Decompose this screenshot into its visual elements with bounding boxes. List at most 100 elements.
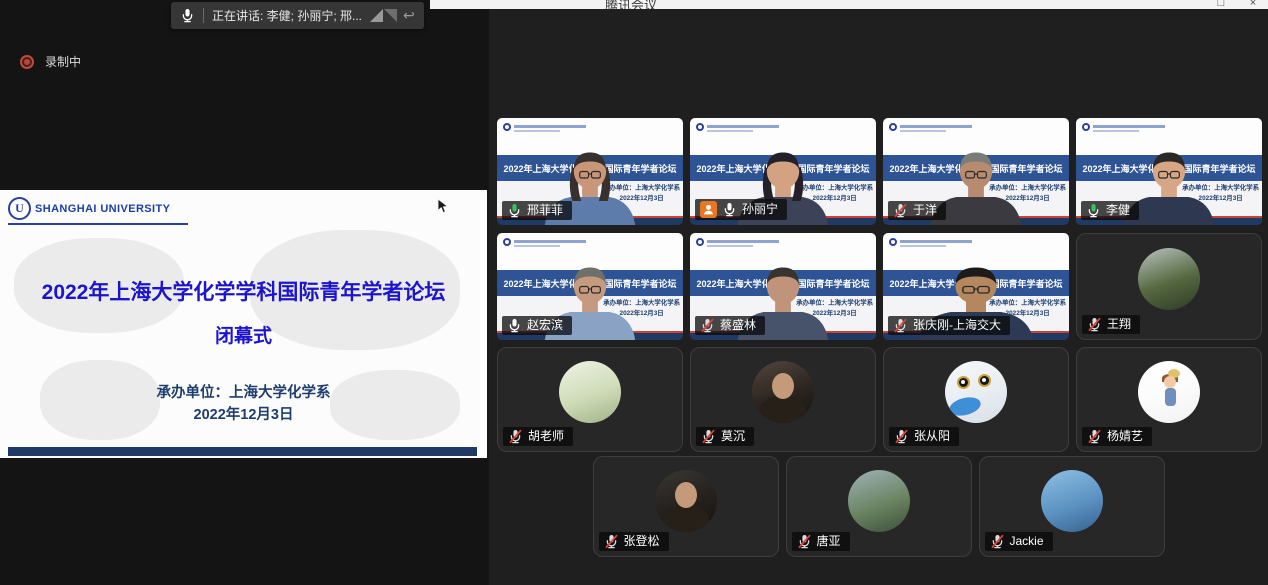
avatar: [945, 361, 1007, 423]
participant-tile[interactable]: 2022年上海大学化学学科国际青年学者论坛承办单位：上海大学化学系2022年12…: [883, 118, 1069, 225]
participant-tile[interactable]: 2022年上海大学化学学科国际青年学者论坛承办单位：上海大学化学系2022年12…: [497, 233, 683, 340]
vbg-logo-icon: [1082, 123, 1090, 131]
participant-name: 孙丽宁: [742, 202, 778, 217]
close-button[interactable]: ×: [1246, 0, 1260, 9]
annotation-arrow-icon: [370, 9, 383, 22]
participant-name-label: 杨婧艺: [1082, 427, 1152, 446]
participant-tile[interactable]: 2022年上海大学化学学科国际青年学者论坛承办单位：上海大学化学系2022年12…: [690, 118, 876, 225]
vbg-logo-line: [900, 245, 946, 247]
participant-name-label: Jackie: [985, 532, 1053, 551]
mic-muted-icon: [894, 429, 909, 444]
participant-grid: 2022年上海大学化学学科国际青年学者论坛承办单位：上海大学化学系2022年12…: [489, 0, 1268, 585]
tencent-meeting-window: U SHANGHAI UNIVERSITY 2022年上海大学化学学科国际青年学…: [0, 0, 1268, 585]
participant-name-label: 张登松: [599, 532, 669, 551]
annotation-arrow-icon: [384, 9, 397, 22]
recording-indicator: 录制中: [20, 53, 81, 70]
participant-tile[interactable]: 莫沉: [690, 347, 876, 452]
participant-name: 李健: [1106, 203, 1130, 218]
participant-name: 杨婧艺: [1107, 429, 1143, 444]
mouse-cursor: [437, 198, 449, 219]
participant-name-label: 蔡盛林: [695, 316, 765, 335]
vbg-logo-line: [900, 240, 972, 243]
mic-muted-icon: [797, 534, 812, 549]
vbg-logo-line: [707, 245, 753, 247]
participant-name: 莫沉: [721, 429, 745, 444]
slide-organizer: 承办单位：上海大学化学系: [0, 381, 487, 402]
vbg-logo-line: [514, 240, 586, 243]
presentation-slide: U SHANGHAI UNIVERSITY 2022年上海大学化学学科国际青年学…: [0, 190, 487, 458]
shared-screen-panel: U SHANGHAI UNIVERSITY 2022年上海大学化学学科国际青年学…: [0, 0, 489, 585]
slide-title: 2022年上海大学化学学科国际青年学者论坛: [0, 276, 487, 306]
participant-row: 2022年上海大学化学学科国际青年学者论坛承办单位：上海大学化学系2022年12…: [489, 233, 1268, 340]
participant-row: 2022年上海大学化学学科国际青年学者论坛承办单位：上海大学化学系2022年12…: [489, 118, 1268, 225]
participant-name-label: 唐亚: [792, 532, 850, 551]
avatar: [848, 470, 910, 532]
participant-tile[interactable]: 杨婧艺: [1076, 347, 1262, 452]
mic-active-icon: [507, 318, 522, 333]
vbg-logo-icon: [889, 123, 897, 131]
participant-name: 于洋: [913, 203, 937, 218]
vbg-logo-icon: [503, 123, 511, 131]
portrait-head: [675, 482, 697, 508]
record-icon: [20, 55, 34, 69]
participant-tile[interactable]: 2022年上海大学化学学科国际青年学者论坛承办单位：上海大学化学系2022年12…: [497, 118, 683, 225]
participant-tile[interactable]: 2022年上海大学化学学科国际青年学者论坛承办单位：上海大学化学系2022年12…: [883, 233, 1069, 340]
mic-muted-icon: [990, 534, 1005, 549]
participant-name: Jackie: [1010, 534, 1044, 549]
avatar: [1138, 361, 1200, 423]
portrait-shoulders: [663, 504, 709, 532]
vbg-logo-line: [900, 130, 946, 132]
portrait-shoulders: [760, 395, 806, 423]
cartoon-girl-head: [1164, 376, 1176, 388]
portrait-head: [772, 373, 794, 399]
slide-subtitle: 闭幕式: [0, 321, 487, 348]
vbg-logo-line: [707, 240, 779, 243]
participant-tile[interactable]: 2022年上海大学化学学科国际青年学者论坛承办单位：上海大学化学系2022年12…: [690, 233, 876, 340]
participant-name-label: 张从阳: [889, 427, 959, 446]
participant-tile[interactable]: 王翔: [1076, 233, 1262, 340]
participant-name: 王翔: [1107, 317, 1131, 332]
mic-muted-icon: [893, 318, 908, 333]
avatar: [1138, 248, 1200, 310]
participant-tile[interactable]: 2022年上海大学化学学科国际青年学者论坛承办单位：上海大学化学系2022年12…: [1076, 118, 1262, 225]
avatar: [559, 361, 621, 423]
vbg-logo-line: [707, 125, 779, 128]
participant-name-label: 李健: [1081, 201, 1139, 220]
participant-tile[interactable]: 胡老师: [497, 347, 683, 452]
participant-name-label: 莫沉: [696, 427, 754, 446]
mic-active-icon: [722, 202, 737, 217]
participant-tile[interactable]: 唐亚: [786, 456, 972, 557]
recording-label: 录制中: [45, 53, 81, 70]
avatar: [655, 470, 717, 532]
robot-eye-icon: [957, 376, 970, 389]
mic-muted-icon: [508, 429, 523, 444]
mic-muted-icon: [700, 318, 715, 333]
mic-muted-icon: [701, 429, 716, 444]
participant-row: 胡老师莫沉 张从阳 杨婧艺: [489, 347, 1268, 452]
participant-name: 张登松: [624, 534, 660, 549]
participant-name-label: 于洋: [888, 201, 946, 220]
microphone-icon[interactable]: [180, 8, 195, 23]
vbg-logo-line: [1093, 130, 1139, 132]
slide-footer-bar: [8, 447, 477, 456]
vbg-logo-line: [514, 125, 586, 128]
vbg-logo-line: [1093, 125, 1165, 128]
participant-name: 张从阳: [914, 429, 950, 444]
window-title: 腾讯会议: [605, 0, 657, 9]
mic-muted-icon: [893, 203, 908, 218]
participant-name-label: 赵宏滨: [502, 316, 572, 335]
active-speaker-toolbar: 正在讲话: 李健; 孙丽宁; 邢... ↩: [171, 2, 424, 29]
maximize-button[interactable]: □: [1214, 0, 1228, 9]
vbg-logo-line: [514, 130, 560, 132]
avatar: [1041, 470, 1103, 532]
participant-tile[interactable]: 张登松: [593, 456, 779, 557]
robot-beak-icon: [947, 395, 982, 419]
slide-date: 2022年12月3日: [0, 403, 487, 424]
participant-tile[interactable]: Jackie: [979, 456, 1165, 557]
vbg-logo-icon: [889, 238, 897, 246]
participant-name: 蔡盛林: [720, 318, 756, 333]
mic-active-icon: [507, 203, 522, 218]
participant-tile[interactable]: 张从阳: [883, 347, 1069, 452]
vbg-logo-icon: [696, 123, 704, 131]
participant-name-label: 王翔: [1082, 315, 1140, 334]
